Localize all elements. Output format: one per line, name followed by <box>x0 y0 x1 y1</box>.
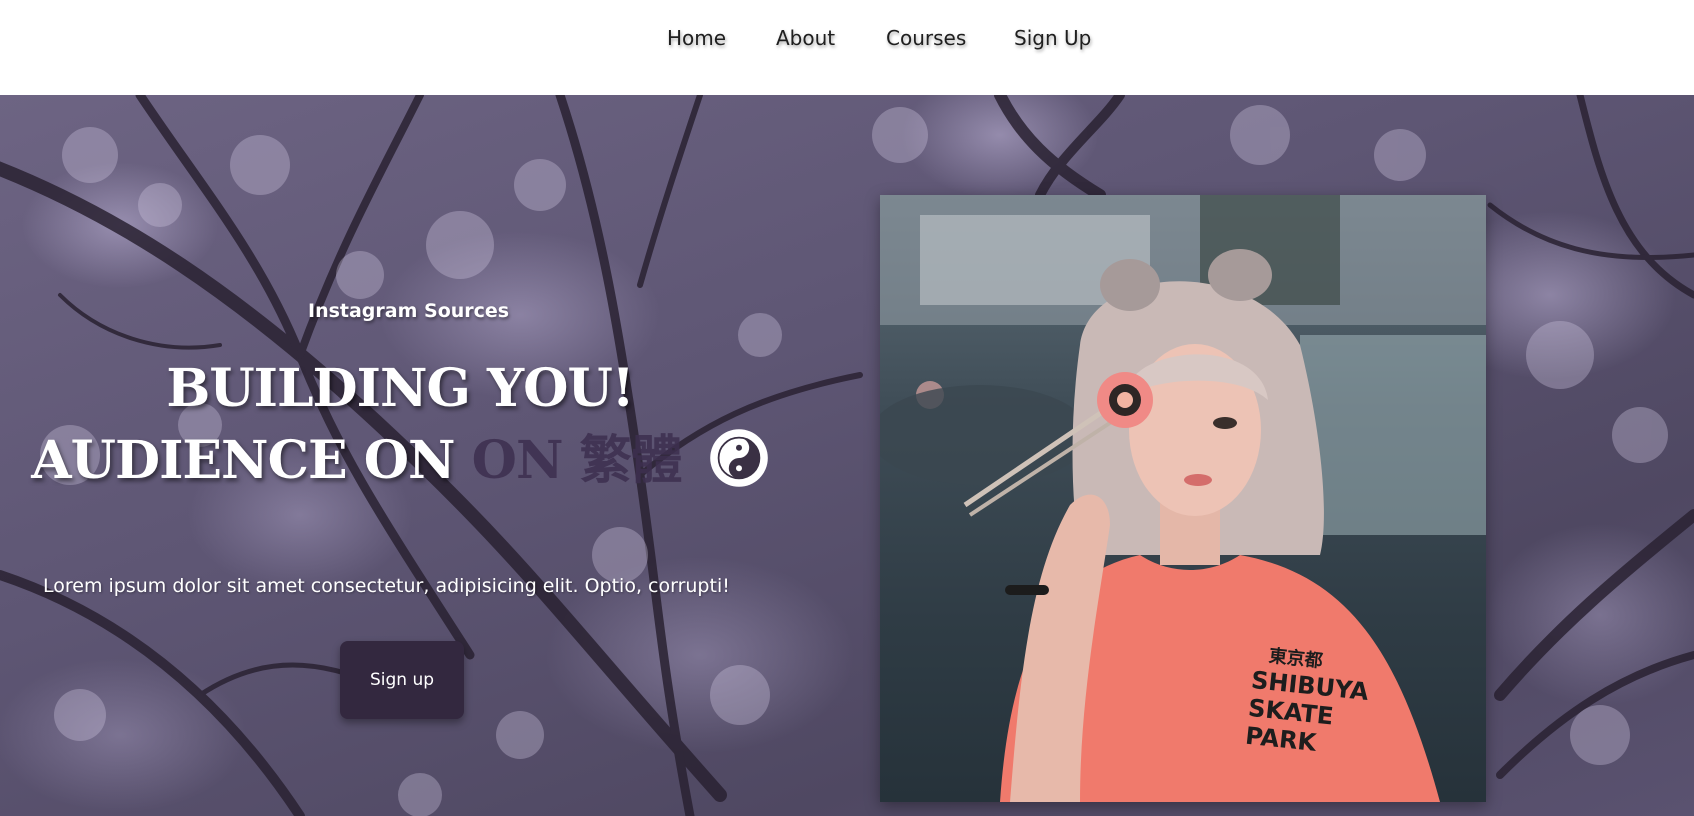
nav-link-sign-up[interactable]: Sign Up <box>1014 26 1091 50</box>
nav-link-home[interactable]: Home <box>667 26 726 50</box>
nav-link-about[interactable]: About <box>776 26 835 50</box>
hero-title-line-1: BUILDING YOU! <box>166 358 634 419</box>
hero-title-line-2: AUDIENCE ON ON 繁體 <box>0 425 800 497</box>
hero-photo: 東京都 SHIBUYA SKATE PARK <box>880 195 1486 802</box>
hero-title-line-2-main: AUDIENCE ON <box>31 430 455 491</box>
sign-up-button[interactable]: Sign up <box>340 641 464 719</box>
yin-yang-icon <box>709 429 768 487</box>
hero-section: Instagram Sources BUILDING YOU! AUDIENCE… <box>0 95 1694 816</box>
photo-illustration: 東京都 SHIBUYA SKATE PARK <box>880 195 1486 802</box>
hero-title-accent: ON 繁體 <box>471 430 683 491</box>
hero-subtitle: Instagram Sources <box>308 300 510 322</box>
hero-title: BUILDING YOU! AUDIENCE ON ON 繁體 <box>0 353 800 497</box>
hero-description: Lorem ipsum dolor sit amet consectetur, … <box>43 575 730 597</box>
top-nav: Home About Courses Sign Up <box>0 0 1694 95</box>
nav-link-courses[interactable]: Courses <box>886 26 966 50</box>
